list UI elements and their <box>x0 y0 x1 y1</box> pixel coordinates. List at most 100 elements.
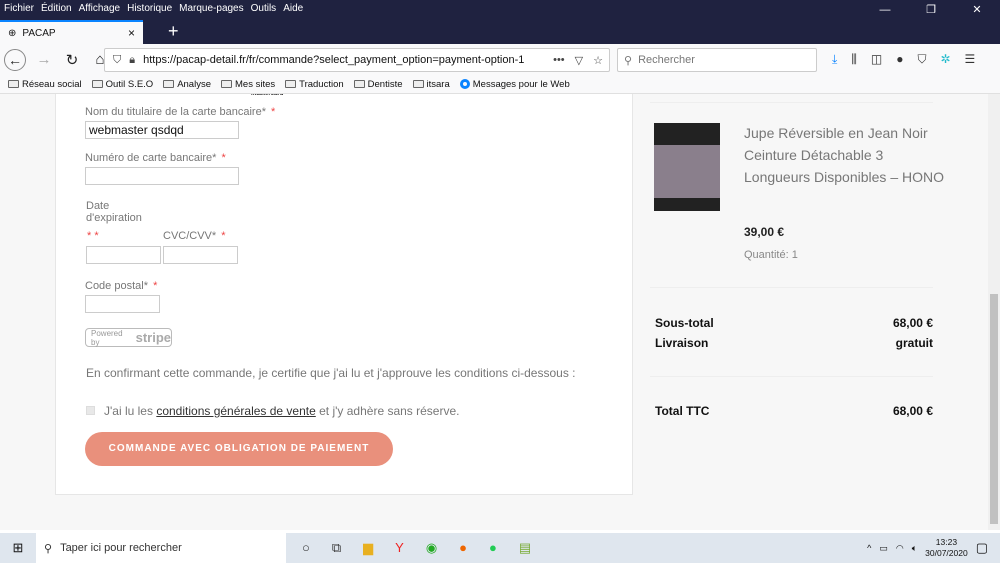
url-text[interactable]: https://pacap-detail.fr/fr/commande?sele… <box>143 54 524 66</box>
tab-title: PACAP <box>22 27 56 39</box>
bookmark-reseau-social[interactable]: Réseau social <box>8 79 82 90</box>
bookmark-label: Outil S.E.O <box>105 78 154 90</box>
globe-icon: ⊕ <box>8 27 17 39</box>
task-view-icon[interactable]: ⧉ <box>332 540 341 556</box>
close-tab-icon[interactable]: × <box>128 26 135 40</box>
menu-aide[interactable]: Aide <box>283 3 303 14</box>
expiry-label: Date d'expiration <box>86 200 142 224</box>
lock-icon[interactable]: 🔒︎ <box>129 54 135 67</box>
bookmark-mes-sites[interactable]: Mes sites <box>221 79 275 90</box>
whatsapp-icon[interactable]: ● <box>489 540 497 556</box>
scrollbar-thumb[interactable] <box>990 294 998 524</box>
tab-pacap[interactable]: ⊕ PACAP × <box>0 20 143 44</box>
card-number-label: Numéro de carte bancaire* * <box>85 152 226 164</box>
nav-toolbar: ← → ↻ ⌂ ⛉ 🔒︎ https://pacap-detail.fr/fr/… <box>0 44 1000 75</box>
search-placeholder: Rechercher <box>638 54 695 66</box>
more-icon[interactable]: ••• <box>553 54 565 67</box>
page-content: mastercard Nom du titulaire de la carte … <box>0 94 988 530</box>
divider <box>650 287 933 288</box>
bookmark-messages-web[interactable]: Messages pour le Web <box>459 78 570 90</box>
expiry-required: * * <box>87 230 99 242</box>
bookmark-label: Dentiste <box>367 78 403 90</box>
folder-icon <box>91 80 103 88</box>
expiry-input[interactable] <box>86 246 161 264</box>
cgv-link[interactable]: conditions générales de vente <box>156 404 315 418</box>
forward-button[interactable]: → <box>34 51 54 68</box>
postal-code-input[interactable] <box>85 295 160 313</box>
notepad-icon[interactable]: ▤ <box>519 540 531 556</box>
file-explorer-icon[interactable]: ▆ <box>363 540 373 556</box>
library-icon[interactable]: ⫼ <box>851 52 857 67</box>
menu-historique[interactable]: Historique <box>127 3 172 14</box>
hamburger-menu-icon[interactable]: ☰ <box>965 52 976 67</box>
url-bar[interactable]: ⛉ 🔒︎ https://pacap-detail.fr/fr/commande… <box>104 48 610 72</box>
search-icon: ⚲ <box>44 542 53 555</box>
account-icon[interactable]: ● <box>896 52 903 67</box>
powered-by-stripe-badge[interactable]: Powered by stripe <box>85 328 172 347</box>
cgv-checkbox[interactable] <box>86 406 95 415</box>
pocket-icon[interactable]: ▽ <box>575 54 583 67</box>
scrollbar[interactable] <box>988 94 1000 530</box>
folder-icon <box>412 80 424 88</box>
yandex-icon[interactable]: Y <box>395 540 404 556</box>
taskbar-search[interactable]: ⚲ Taper ici pour rechercher <box>36 533 286 563</box>
product-quantity: Quantité: 1 <box>744 249 798 261</box>
confirm-text: En confirmant cette commande, je certifi… <box>86 366 576 380</box>
divider <box>650 102 933 103</box>
bookmark-star-icon[interactable]: ☆ <box>593 54 603 67</box>
download-icon[interactable]: ⤓ <box>832 52 837 67</box>
sidebar-icon[interactable]: ◫ <box>871 52 882 67</box>
volume-icon[interactable]: 🔈︎ <box>912 543 917 554</box>
folder-icon <box>221 80 232 88</box>
menu-edition[interactable]: Édition <box>41 3 72 14</box>
bookmark-dentiste[interactable]: Dentiste <box>353 78 403 90</box>
extension-shield-icon[interactable]: ⛉ <box>917 52 926 67</box>
product-name[interactable]: Jupe Réversible en Jean Noir Ceinture Dé… <box>744 122 944 188</box>
back-button[interactable]: ← <box>4 48 26 71</box>
product-image[interactable] <box>654 123 720 211</box>
reload-button[interactable]: ↻ <box>62 51 82 69</box>
gear-extension-icon[interactable]: ✲ <box>940 52 950 67</box>
card-number-input[interactable] <box>85 167 239 185</box>
messages-icon <box>459 79 470 89</box>
bookmark-itsara[interactable]: itsara <box>412 79 450 90</box>
new-tab-button[interactable]: + <box>168 20 179 42</box>
folder-icon <box>163 80 175 88</box>
bookmark-label: Analyse <box>177 78 211 90</box>
chevron-up-icon[interactable]: ^ <box>867 543 871 553</box>
order-button[interactable]: COMMANDE AVEC OBLIGATION DE PAIEMENT <box>85 432 393 466</box>
bookmark-traduction[interactable]: Traduction <box>285 79 344 90</box>
battery-icon[interactable]: ▭ <box>879 543 888 554</box>
bookmark-label: Mes sites <box>235 78 276 90</box>
bookmark-outil-seo[interactable]: Outil S.E.O <box>91 78 154 90</box>
menu-fichier[interactable]: Fichier <box>4 3 34 14</box>
search-input[interactable]: ⚲ Rechercher <box>617 48 817 72</box>
total-row: Total TTC 68,00 € <box>655 404 933 418</box>
postal-label: Code postal* * <box>85 280 158 292</box>
notification-icon[interactable]: ▢ <box>976 540 988 556</box>
bookmark-label: Messages pour le Web <box>472 78 570 90</box>
windows-start-icon[interactable]: ⊞ <box>0 540 36 556</box>
menu-marque-pages[interactable]: Marque-pages <box>179 3 243 14</box>
taskbar: ⊞ ⚲ Taper ici pour rechercher ○ ⧉ ▆ Y ◉ ●… <box>0 533 1000 563</box>
menu-affichage[interactable]: Affichage <box>79 3 121 14</box>
cgv-label: J'ai lu les conditions générales de vent… <box>104 404 460 418</box>
chrome-icon[interactable]: ◉ <box>426 540 437 556</box>
shield-icon[interactable]: ⛉ <box>113 54 121 67</box>
product-price: 39,00 € <box>744 225 785 239</box>
firefox-icon[interactable]: ● <box>459 540 467 556</box>
clock[interactable]: 13:23 30/07/2020 <box>925 537 968 559</box>
card-holder-input[interactable]: webmaster qsdqd <box>85 121 239 139</box>
bookmark-label: Réseau social <box>22 78 82 90</box>
taskbar-search-placeholder: Taper ici pour rechercher <box>60 542 182 554</box>
cortana-icon[interactable]: ○ <box>302 540 310 556</box>
shipping-row: Livraison gratuit <box>655 336 933 350</box>
bookmark-analyse[interactable]: Analyse <box>163 79 211 90</box>
subtotal-row: Sous-total 68,00 € <box>655 316 933 330</box>
menu-outils[interactable]: Outils <box>251 3 277 14</box>
cvc-input[interactable] <box>163 246 238 264</box>
folder-icon <box>8 80 19 88</box>
search-icon: ⚲ <box>624 54 633 67</box>
wifi-icon[interactable]: ◠ <box>896 543 904 554</box>
mastercard-logo: mastercard <box>251 94 284 97</box>
